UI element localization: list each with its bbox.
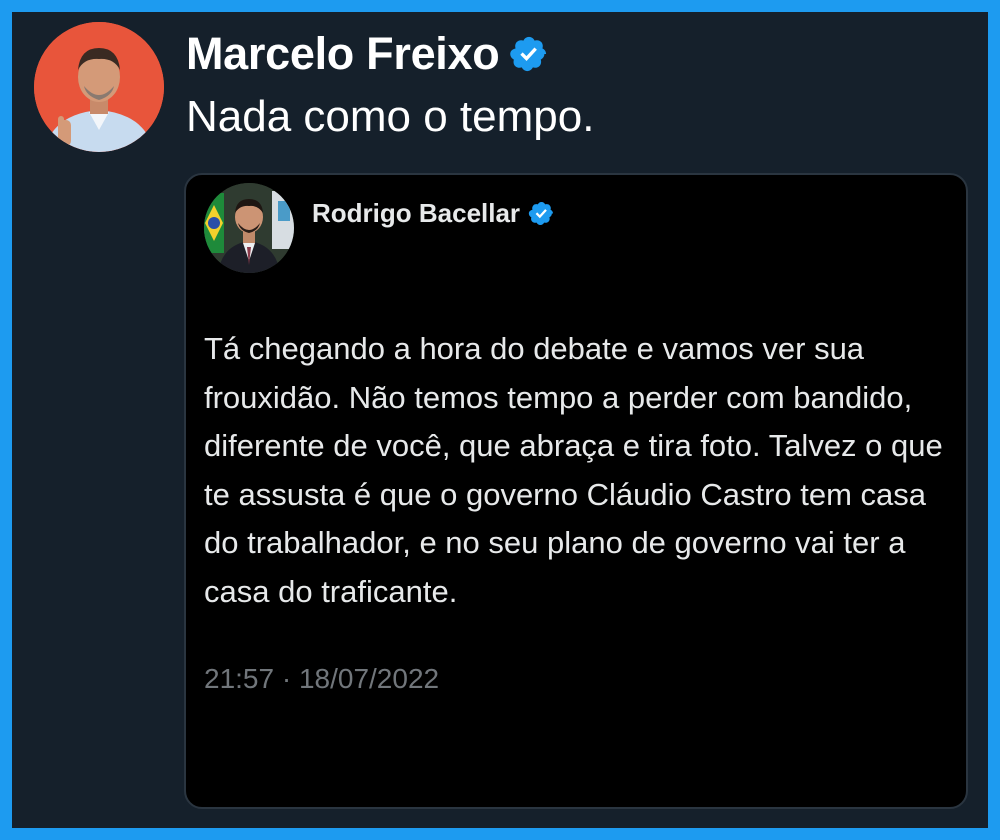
quoted-tweet-timestamp[interactable]: 21:57 · 18/07/2022 <box>204 663 439 695</box>
author-row: Marcelo Freixo <box>186 24 549 84</box>
quoted-author-row: Rodrigo Bacellar <box>312 193 555 233</box>
quoted-author-name[interactable]: Rodrigo Bacellar <box>312 198 520 229</box>
author-name[interactable]: Marcelo Freixo <box>186 28 500 80</box>
verified-badge-icon <box>509 34 549 74</box>
quoted-tweet[interactable]: Rodrigo Bacellar Tá chegando a hora do d… <box>184 173 968 809</box>
quoted-tweet-text: Tá chegando a hora do debate e vamos ver… <box>204 331 943 609</box>
quoted-author-avatar[interactable] <box>204 183 294 273</box>
tweet-card: Marcelo Freixo Nada como o tempo. Rodrig… <box>12 12 988 828</box>
tweet-text: Nada como o tempo. <box>186 92 595 141</box>
verified-badge-icon <box>528 200 555 227</box>
author-avatar[interactable] <box>34 22 164 152</box>
